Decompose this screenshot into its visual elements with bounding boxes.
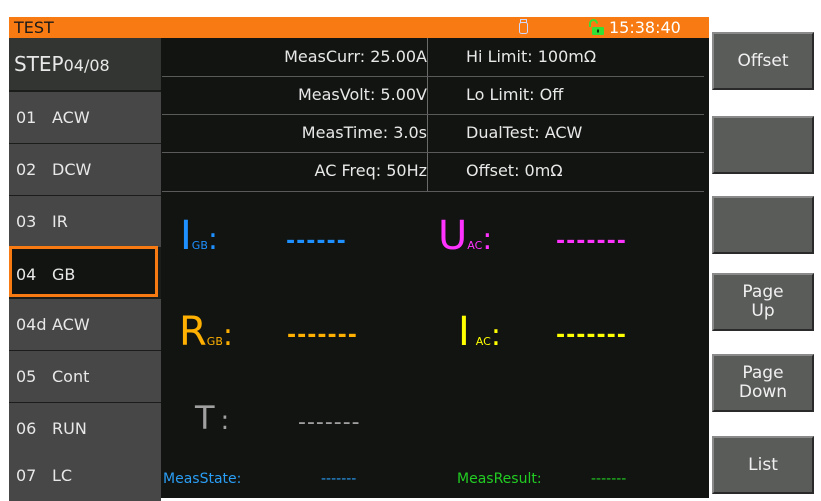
- step-item-03[interactable]: 03 IR: [9, 196, 161, 247]
- resistance-gb-subscript: GB: [206, 335, 223, 348]
- blank-softkey-3[interactable]: [712, 196, 814, 254]
- resistance-gb-value: -------: [287, 323, 358, 348]
- current-gb-symbol: I: [180, 213, 192, 259]
- param-meas-voltage[interactable]: MeasVolt: 5.00V: [298, 76, 427, 114]
- step-name: LC: [52, 466, 73, 485]
- current-ac-symbol: I: [458, 309, 470, 355]
- step-item-04-selected[interactable]: 04 GB: [9, 246, 158, 297]
- step-name: Cont: [52, 367, 90, 386]
- usb-drive-icon: [519, 19, 528, 34]
- meas-result-value: -------: [591, 471, 627, 487]
- current-ac-value: -------: [556, 323, 627, 348]
- list-softkey[interactable]: List: [712, 436, 814, 494]
- time-readout: T:: [195, 396, 229, 443]
- step-counter: STEP04/08: [9, 38, 161, 90]
- resistance-gb-symbol: R: [179, 309, 207, 355]
- step-name: ACW: [52, 315, 90, 334]
- voltage-ac-readout: UAC:: [438, 214, 492, 262]
- offset-softkey[interactable]: Offset: [712, 32, 814, 90]
- step-name: IR: [52, 212, 68, 231]
- param-divider: [162, 191, 704, 192]
- step-name: DCW: [52, 160, 92, 179]
- step-number: 03: [16, 212, 37, 231]
- param-row: MeasVolt: 5.00V Lo Limit: Off: [162, 76, 704, 114]
- step-number: 02: [16, 160, 37, 179]
- step-number: 06: [16, 419, 37, 438]
- step-number: 01: [16, 108, 37, 127]
- step-name: ACW: [52, 108, 90, 127]
- unlocked-lock-icon: [589, 19, 604, 35]
- param-ac-freq[interactable]: AC Freq: 50Hz: [315, 152, 427, 190]
- param-row: MeasTime: 3.0s DualTest: ACW: [162, 114, 704, 152]
- page-down-softkey[interactable]: Page Down: [712, 354, 814, 412]
- param-row: AC Freq: 50Hz Offset: 0mΩ: [162, 152, 704, 190]
- current-ac-colon: :: [490, 318, 501, 353]
- step-label: STEP: [14, 52, 64, 76]
- step-name: RUN: [52, 419, 87, 438]
- voltage-ac-value: -------: [556, 229, 627, 254]
- voltage-ac-colon: :: [482, 222, 493, 257]
- time-colon: :: [220, 406, 230, 436]
- current-gb-value: ------: [286, 229, 347, 254]
- time-value: -------: [298, 410, 361, 435]
- current-gb-readout: IGB:: [180, 214, 218, 262]
- step-counter-value: 04/08: [63, 56, 110, 75]
- param-meas-current[interactable]: MeasCurr: 25.00A: [284, 38, 427, 76]
- clock: 15:38:40: [609, 18, 681, 37]
- title-bar: TEST 15:38:40: [9, 17, 709, 38]
- param-offset[interactable]: Offset: 0mΩ: [466, 152, 563, 190]
- voltage-ac-subscript: AC: [467, 239, 483, 252]
- resistance-gb-readout: RGB:: [179, 310, 233, 358]
- current-gb-subscript: GB: [191, 239, 208, 252]
- step-item-02[interactable]: 02 DCW: [9, 144, 161, 195]
- current-ac-readout: I AC:: [458, 310, 501, 358]
- time-symbol: T: [195, 399, 215, 437]
- step-item-01[interactable]: 01 ACW: [9, 92, 161, 143]
- meas-state-label: MeasState:: [163, 471, 242, 487]
- current-ac-subscript: AC: [475, 335, 491, 348]
- page-title: TEST: [14, 18, 54, 37]
- step-number: 04: [16, 265, 37, 284]
- meas-result-label: MeasResult:: [457, 471, 542, 487]
- current-gb-colon: :: [207, 222, 218, 257]
- step-number: 07: [16, 466, 37, 485]
- step-item-04d[interactable]: 04d ACW: [9, 299, 161, 350]
- step-item-07[interactable]: 07 LC: [9, 450, 161, 501]
- blank-softkey-2[interactable]: [712, 116, 814, 174]
- voltage-ac-symbol: U: [438, 213, 468, 259]
- param-dual-test[interactable]: DualTest: ACW: [466, 114, 582, 152]
- param-row: MeasCurr: 25.00A Hi Limit: 100mΩ: [162, 38, 704, 76]
- resistance-gb-colon: :: [222, 318, 233, 353]
- step-number: 04d: [16, 315, 47, 334]
- step-item-06[interactable]: 06 RUN: [9, 403, 161, 454]
- step-name: GB: [52, 265, 76, 284]
- param-meas-time[interactable]: MeasTime: 3.0s: [302, 114, 427, 152]
- step-number: 05: [16, 367, 37, 386]
- param-lo-limit[interactable]: Lo Limit: Off: [466, 76, 563, 114]
- page-up-softkey[interactable]: Page Up: [712, 273, 814, 331]
- step-item-05[interactable]: 05 Cont: [9, 351, 161, 402]
- param-hi-limit[interactable]: Hi Limit: 100mΩ: [466, 38, 596, 76]
- meas-state-value: -------: [321, 471, 357, 487]
